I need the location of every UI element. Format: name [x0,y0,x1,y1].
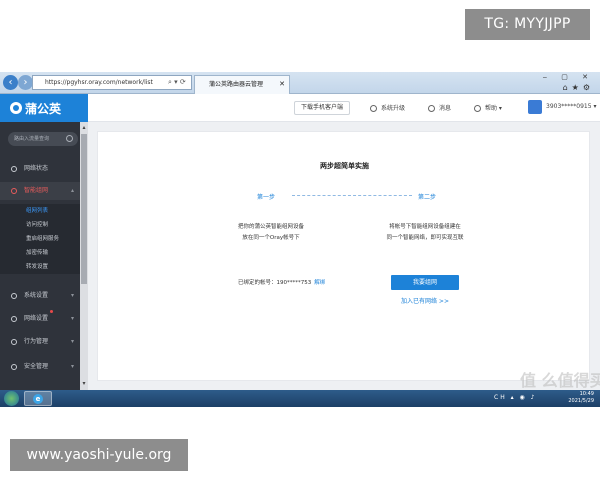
step-connector [292,195,412,196]
step-two-label: 第二步 [418,194,437,201]
sidebar-item-behavior-management[interactable]: 行为管理 ▾ [0,333,80,351]
sidebar-item-label: 系统设置 [24,292,49,299]
account-menu[interactable]: 3903*****0915 ▾ [546,103,596,110]
address-bar-icons: ⌕ ▾ ⟳ [168,78,186,86]
help-label: 帮助 [485,105,498,112]
browser-tool-icons[interactable]: ⌂★⚙ [563,83,594,92]
help-menu[interactable]: 帮助 ▾ [474,103,502,112]
shield-icon [11,364,17,370]
page-title: 两步超简单实施 [320,162,369,170]
setup-card: 两步超简单实施 第一步 第二步 把你的蒲公英智能组网设备 放在同一个Oray帐号… [97,131,590,381]
account-label: 3903*****0915 [546,103,592,110]
browser-tab[interactable]: 蒲公英路由器云管理 ✕ [194,75,290,94]
messages-link[interactable]: 消息 [428,103,451,112]
clock-date: 2021/5/29 [568,398,594,404]
back-arrow-icon[interactable]: ‹ [3,75,18,90]
browser-toolbar: ‹ › https://pgyhsr.oray.com/network/list… [0,72,600,94]
chevron-down-icon: ▾ [70,292,74,299]
bound-account-line: 已绑定的帐号：190*****753 解绑 [238,278,325,286]
sidebar-item-label: 行为管理 [24,338,49,345]
close-tab-icon[interactable]: ✕ [279,76,285,93]
sidebar-item-label: 智能组网 [24,187,49,194]
messages-label: 消息 [439,105,452,112]
sidebar-item-network-status[interactable]: 网络状态 [0,160,80,178]
sidebar-item-label: 网络设置 [24,315,49,322]
unbind-link[interactable]: 解绑 [314,280,325,286]
avatar[interactable] [528,100,542,114]
help-icon [474,105,481,112]
download-app-button[interactable]: 下载手机客户端 [294,101,351,115]
watermark: 值 么值得买 [520,371,600,390]
step-one-desc-line1: 把你的蒲公英智能组网设备 [237,224,304,230]
status-icon [11,166,17,172]
sidebar-search-input[interactable]: 路由入流量查询 [8,132,78,146]
join-network-link[interactable]: 加入已有网络 >> [378,296,472,305]
forward-arrow-icon[interactable]: › [18,75,33,90]
sidebar-item-system-settings[interactable]: 系统设置 ▾ [0,287,80,305]
sidebar-item-security-management[interactable]: 安全管理 ▾ [0,358,80,376]
sidebar-item-network-settings[interactable]: 网络设置 ▾ [0,310,80,328]
system-upgrade-label: 系统升级 [381,105,406,112]
step-one-desc-line2: 放在同一个Oray帐号下 [242,235,300,241]
sidebar-subitem-access-control[interactable]: 访问控制 [0,218,80,232]
windows-taskbar: e CH ▴ ◉ ♪ 10:49 2021/5/29 [0,390,600,407]
ie-icon: e [33,394,43,404]
sidebar-item-label: 安全管理 [24,363,49,370]
sidebar: 路由入流量查询 网络状态 智能组网 ▴ 组网列表 访问控制 重启组网服务 加密传… [0,122,88,390]
search-placeholder: 路由入流量查询 [14,136,50,142]
main-content: 两步超简单实施 第一步 第二步 把你的蒲公英智能组网设备 放在同一个Oray帐号… [88,122,600,390]
clock[interactable]: 10:49 2021/5/29 [568,391,594,405]
search-icon[interactable] [66,135,73,142]
desktop-screen: ‹ › https://pgyhsr.oray.com/network/list… [0,72,600,407]
sidebar-subitem-restart-service[interactable]: 重启组网服务 [0,232,80,246]
taskbar-ie-button[interactable]: e [24,391,52,406]
network-icon [11,188,17,194]
system-tray-icons[interactable]: CH ▴ ◉ ♪ [494,394,537,401]
sidebar-scrollbar[interactable]: ▴ ▾ [80,122,88,390]
bell-icon [428,105,435,112]
window-controls[interactable]: ‒ ▢ ✕ [543,73,594,81]
bound-account-label: 已绑定的帐号： [238,280,277,286]
clock-time: 10:49 [579,391,594,397]
chevron-down-icon: ▾ [70,363,74,370]
sidebar-subitem-network-list[interactable]: 组网列表 [0,204,80,218]
chevron-down-icon: ▾ [70,338,74,345]
sidebar-item-label: 网络状态 [24,165,49,172]
logo-text: 蒲公英 [25,102,62,116]
scrollbar-thumb[interactable] [81,134,87,284]
scroll-up-icon[interactable]: ▴ [80,124,88,132]
start-button[interactable] [4,391,19,406]
behavior-icon [11,339,17,345]
language-indicator[interactable]: CH [494,394,507,401]
page-root: ‹ › https://pgyhsr.oray.com/network/list… [0,0,600,480]
chevron-up-icon: ▴ [70,187,74,194]
step-one-label: 第一步 [257,194,276,201]
notification-dot [50,310,54,313]
step-two-desc-line1: 将帐号下智能组网设备组建在 [389,224,461,230]
chevron-down-icon: ▾ [70,315,74,322]
sidebar-item-smart-network[interactable]: 智能组网 ▴ [0,182,80,200]
tab-title: 蒲公英路由器云管理 [209,81,264,88]
user-icon [370,105,377,112]
app-header: 蒲公英 下载手机客户端 系统升级 消息 帮助 ▾ 3903*****0915 ▾ [0,94,600,122]
logo-icon [10,102,22,114]
system-upgrade-link[interactable]: 系统升级 [370,103,405,112]
tg-watermark-badge: TG: MYYJJPP [465,9,590,40]
sidebar-subitem-forward-settings[interactable]: 转发设置 [0,260,80,274]
sidebar-subitem-encrypted-transfer[interactable]: 加密传输 [0,246,80,260]
create-network-button[interactable]: 我要组网 [391,275,459,290]
logo[interactable]: 蒲公英 [0,94,88,122]
gear-icon [11,293,17,299]
scroll-down-icon[interactable]: ▾ [80,380,88,388]
globe-icon [11,316,17,322]
site-watermark-badge: www.yaoshi-yule.org [10,439,188,471]
step-two-desc-line2: 同一个智能网络，即可实现互联 [386,235,464,241]
bound-account-value: 190*****753 [276,280,312,286]
